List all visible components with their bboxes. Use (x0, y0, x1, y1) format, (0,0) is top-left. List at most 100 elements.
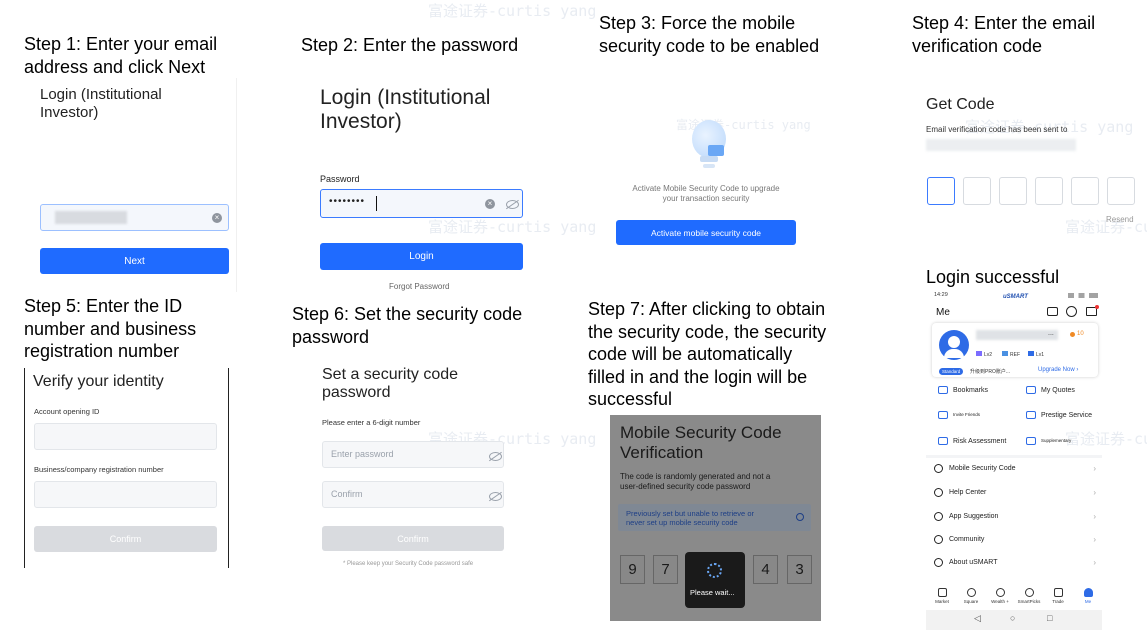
code-cell-1[interactable] (927, 177, 955, 205)
grid-risk-assessment[interactable]: Risk Assessment (938, 437, 1006, 445)
please-wait-text: Please wait... (690, 588, 735, 597)
username-redacted (976, 330, 1058, 340)
status-time: 14:29 (934, 292, 948, 298)
pencil-icon (934, 512, 943, 521)
spinner-icon (707, 563, 722, 578)
login-success-caption: Login successful (926, 267, 1060, 287)
account-id-input[interactable] (34, 423, 217, 450)
back-icon[interactable]: ◁ (974, 613, 981, 624)
grid-bookmarks[interactable]: Bookmarks (938, 386, 988, 394)
wealth-icon (995, 588, 1005, 597)
verification-sent-text: Email verification code has been sent to (926, 125, 1068, 134)
enter-password-input[interactable]: Enter password (322, 441, 504, 468)
menu-community[interactable]: Community › (932, 532, 1100, 550)
menu-about[interactable]: About uSMART › (932, 555, 1100, 573)
email-input[interactable]: × (40, 204, 229, 231)
code-cell-5[interactable] (1071, 177, 1099, 205)
mail-icon[interactable] (1086, 305, 1099, 316)
email-redacted (926, 139, 1076, 151)
nav-me[interactable]: Me (1076, 588, 1100, 604)
eye-hidden-icon[interactable] (489, 452, 502, 461)
step-5-caption: Step 5: Enter the ID number and business… (24, 296, 197, 361)
email-redacted (55, 211, 127, 224)
nav-me-label: Me (1084, 599, 1092, 604)
market-icon (937, 588, 947, 597)
badge-lv2-text: Lv2 (984, 352, 993, 358)
nav-market-label: Market (935, 599, 949, 604)
confirm-password-input[interactable]: Confirm (322, 481, 504, 508)
registration-number-input[interactable] (34, 481, 217, 508)
clear-icon[interactable]: × (212, 213, 222, 223)
nav-smartpicks[interactable]: SmartPicks (1017, 588, 1041, 604)
chevron-right-icon: › (1093, 464, 1096, 473)
step-1-caption: Step 1: Enter your email address and cli… (24, 34, 218, 77)
digit-cell-6: 3 (787, 555, 812, 584)
next-button[interactable]: Next (40, 248, 229, 274)
nav-trade[interactable]: Trade (1046, 588, 1070, 604)
me-header: Me (936, 307, 950, 318)
grid-my-quotes[interactable]: My Quotes (1026, 386, 1075, 394)
confirm-button[interactable]: Confirm (322, 526, 504, 551)
menu-help-center-label: Help Center (949, 489, 987, 496)
upgrade-now-link[interactable]: Upgrade Now › (1038, 367, 1078, 373)
chevron-right-icon: › (1093, 535, 1096, 544)
recents-icon[interactable]: □ (1047, 613, 1052, 623)
nav-market[interactable]: Market (930, 588, 954, 604)
screen-6-title: Set a security code password (322, 366, 459, 401)
lightbulb-icon (684, 120, 734, 172)
loading-overlay: Please wait... (685, 552, 745, 608)
text-cursor (376, 196, 377, 211)
grid-prestige-service-label: Prestige Service (1041, 411, 1092, 419)
prestige-icon (1026, 411, 1036, 419)
trade-icon (1053, 588, 1063, 597)
supplementary-icon (1026, 437, 1036, 445)
activate-message: Activate Mobile Security Code to upgrade… (632, 184, 780, 203)
home-icon[interactable]: ○ (1010, 613, 1015, 623)
password-input[interactable]: •••••••• × (320, 189, 523, 218)
eye-hidden-icon[interactable] (506, 200, 519, 209)
nav-trade-label: Trade (1052, 599, 1064, 604)
confirm-button[interactable]: Confirm (34, 526, 217, 552)
nav-wealth-label: Wealth + (991, 599, 1009, 604)
menu-mobile-security-code[interactable]: Mobile Security Code › (932, 461, 1100, 479)
resend-link[interactable]: Resend (1106, 215, 1134, 224)
keep-safe-note: * Please keep your Security Code passwor… (343, 561, 474, 567)
shirt-icon[interactable] (1047, 307, 1058, 316)
grid-prestige-service[interactable]: Prestige Service (1026, 411, 1092, 419)
gear-icon[interactable] (1066, 306, 1077, 317)
password-value: •••••••• (329, 196, 366, 207)
code-cell-3[interactable] (999, 177, 1027, 205)
nav-square-label: Square (963, 599, 979, 604)
grid-invite-friends-label: Invite Friends (953, 412, 981, 418)
menu-app-suggestion[interactable]: App Suggestion › (932, 509, 1100, 527)
screen-7-title: Mobile Security Code Verification (620, 423, 782, 462)
code-cell-4[interactable] (1035, 177, 1063, 205)
profile-card[interactable]: ... 10 Lv2 REF Lv1 Standard 升级到PRO账户... … (932, 323, 1098, 377)
activate-security-code-button[interactable]: Activate mobile security code (616, 220, 796, 245)
grid-invite-friends[interactable]: Invite Friends (938, 411, 980, 419)
community-icon (934, 535, 943, 544)
badge-lv1-text: Lv1 (1036, 352, 1045, 358)
badge-lv2: Lv2 (976, 351, 992, 358)
eye-hidden-icon[interactable] (489, 492, 502, 501)
watermark-3: 富途证券-curtis yang (428, 218, 597, 236)
menu-mobile-security-code-label: Mobile Security Code (949, 465, 1016, 472)
forgot-password-link[interactable]: Forgot Password (389, 282, 449, 291)
step-7-caption: Step 7: After clicking to obtain the sec… (588, 299, 827, 409)
nav-wealth[interactable]: Wealth + (988, 588, 1012, 604)
step-6-caption: Step 6: Set the security code password (292, 304, 523, 347)
grid-supplementary[interactable]: Supplementary (1026, 437, 1071, 445)
grid-risk-assessment-label: Risk Assessment (953, 437, 1007, 445)
security-notice-box[interactable]: Previously set but unable to retrieve or… (618, 504, 811, 531)
clear-icon[interactable]: × (485, 199, 495, 209)
login-button[interactable]: Login (320, 243, 523, 270)
code-cell-6[interactable] (1107, 177, 1135, 205)
info-icon (796, 513, 804, 521)
nav-square[interactable]: Square (959, 588, 983, 604)
code-cell-2[interactable] (963, 177, 991, 205)
grid-bookmarks-label: Bookmarks (953, 386, 989, 394)
menu-help-center[interactable]: Help Center › (932, 485, 1100, 503)
headset-icon (934, 488, 943, 497)
badge-ref-text: REF (1010, 352, 1020, 358)
watermark-1: 富途证券-curtis yang (428, 2, 597, 20)
